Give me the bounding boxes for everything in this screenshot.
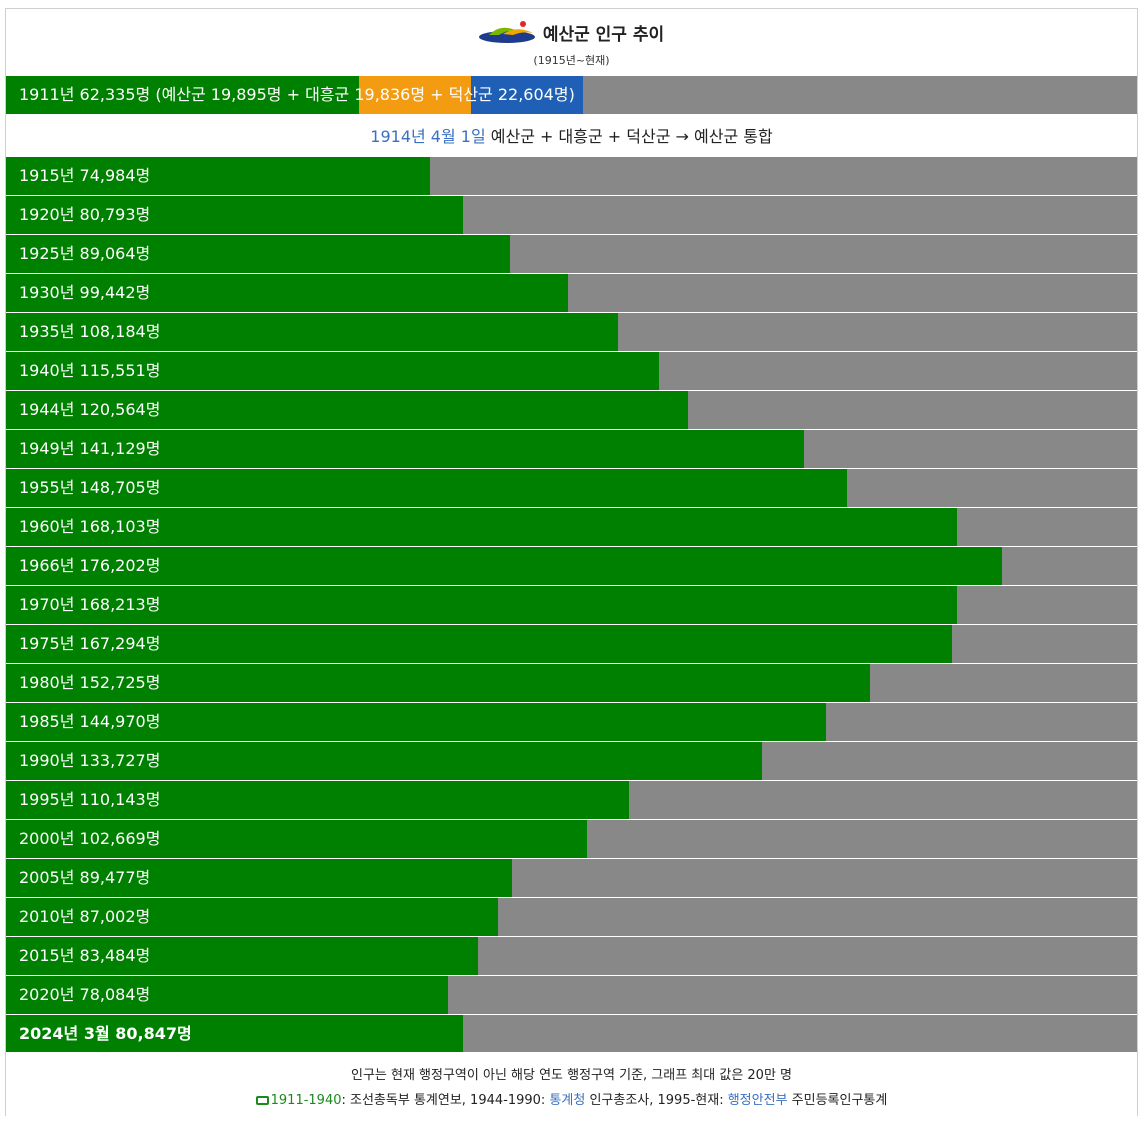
bar-label: 1940년 115,551명: [19, 361, 161, 380]
bar-label: 1930년 99,442명: [19, 283, 151, 302]
bar-label: 1980년 152,725명: [19, 673, 161, 692]
bar-row: 2020년 78,084명: [6, 976, 1137, 1014]
bar-label: 2015년 83,484명: [19, 946, 151, 965]
merge-text: 예산군 + 대흥군 + 덕산군 → 예산군 통합: [485, 127, 773, 146]
footer-sources: 1911-1940: 조선총독부 통계연보, 1944-1990: 통계청 인구…: [6, 1089, 1137, 1108]
merge-date: 1914년 4월 1일: [370, 127, 486, 146]
yesan-county-logo-icon: [478, 21, 535, 43]
bar-row: 1955년 148,705명: [6, 469, 1137, 507]
merge-note: 1914년 4월 1일 예산군 + 대흥군 + 덕산군 → 예산군 통합: [6, 118, 1137, 156]
footer-note: 인구는 현재 행정구역이 아닌 해당 연도 행정구역 기준, 그래프 최대 값은…: [350, 1068, 793, 1083]
bar-label: 1944년 120,564명: [19, 400, 161, 419]
bar-row: 1930년 99,442명: [6, 274, 1137, 312]
chart-subtitle: (1915년~현재): [533, 54, 610, 67]
bar-row: 2024년 3월 80,847명: [6, 1015, 1137, 1053]
bar-label: 1970년 168,213명: [19, 595, 161, 614]
bar-row: 1935년 108,184명: [6, 313, 1137, 351]
bar-row: 1960년 168,103명: [6, 508, 1137, 546]
bar-row: 1940년 115,551명: [6, 352, 1137, 390]
bar-label-1911: 1911년 62,335명 (예산군 19,895명 + 대흥군 19,836명…: [19, 85, 575, 104]
bar-label: 2000년 102,669명: [19, 829, 161, 848]
bar-label: 1935년 108,184명: [19, 322, 161, 341]
bar-row: 1995년 110,143명: [6, 781, 1137, 819]
bar-label: 1949년 141,129명: [19, 439, 161, 458]
bar-label: 2024년 3월 80,847명: [19, 1024, 192, 1043]
bar-row: 2015년 83,484명: [6, 937, 1137, 975]
bar-row: 1949년 141,129명: [6, 430, 1137, 468]
bar-label: 1990년 133,727명: [19, 751, 161, 770]
bar-label: 1985년 144,970명: [19, 712, 161, 731]
bar-label: 1960년 168,103명: [19, 517, 161, 536]
chart-title: 예산군 인구 추이: [542, 24, 665, 45]
chart-footer: 인구는 현재 행정구역이 아닌 해당 연도 행정구역 기준, 그래프 최대 값은…: [6, 1052, 1137, 1116]
bar-row: 1990년 133,727명: [6, 742, 1137, 780]
source-link-mois[interactable]: 행정안전부: [728, 1093, 788, 1108]
bar-row: 1966년 176,202명: [6, 547, 1137, 585]
bar-label: 1915년 74,984명: [19, 166, 151, 185]
source-years: 1911-1940: [270, 1093, 342, 1108]
bar-row: 1944년 120,564명: [6, 391, 1137, 429]
bar-label: 2020년 78,084명: [19, 985, 151, 1004]
bar-label: 1966년 176,202명: [19, 556, 161, 575]
bar-row: 1975년 167,294명: [6, 625, 1137, 663]
bar-row: 1970년 168,213명: [6, 586, 1137, 624]
chart-header: 예산군 인구 추이 (1915년~현재): [6, 9, 1137, 76]
bar-label: 1920년 80,793명: [19, 205, 151, 224]
bar-label: 1925년 89,064명: [19, 244, 151, 263]
bar-row: 1980년 152,725명: [6, 664, 1137, 702]
bar-label: 1975년 167,294명: [19, 634, 161, 653]
bar-row: 2000년 102,669명: [6, 820, 1137, 858]
link-icon: [255, 1096, 269, 1105]
bar-row: 1925년 89,064명: [6, 235, 1137, 273]
bar-label: 1995년 110,143명: [19, 790, 161, 809]
bar-row: 2005년 89,477명: [6, 859, 1137, 897]
bar-row: 1920년 80,793명: [6, 196, 1137, 234]
bar-label: 2010년 87,002명: [19, 907, 151, 926]
bar-row: 1915년 74,984명: [6, 157, 1137, 195]
bar-row-1911: 1911년 62,335명 (예산군 19,895명 + 대흥군 19,836명…: [6, 76, 1137, 114]
source-link-kostat[interactable]: 통계청: [549, 1093, 585, 1108]
bar-label: 2005년 89,477명: [19, 868, 151, 887]
bar-row: 1985년 144,970명: [6, 703, 1137, 741]
bar-row: 2010년 87,002명: [6, 898, 1137, 936]
bar-label: 1955년 148,705명: [19, 478, 161, 497]
population-chart-frame: 예산군 인구 추이 (1915년~현재) 1911년 62,335명 (예산군 …: [5, 8, 1138, 1116]
